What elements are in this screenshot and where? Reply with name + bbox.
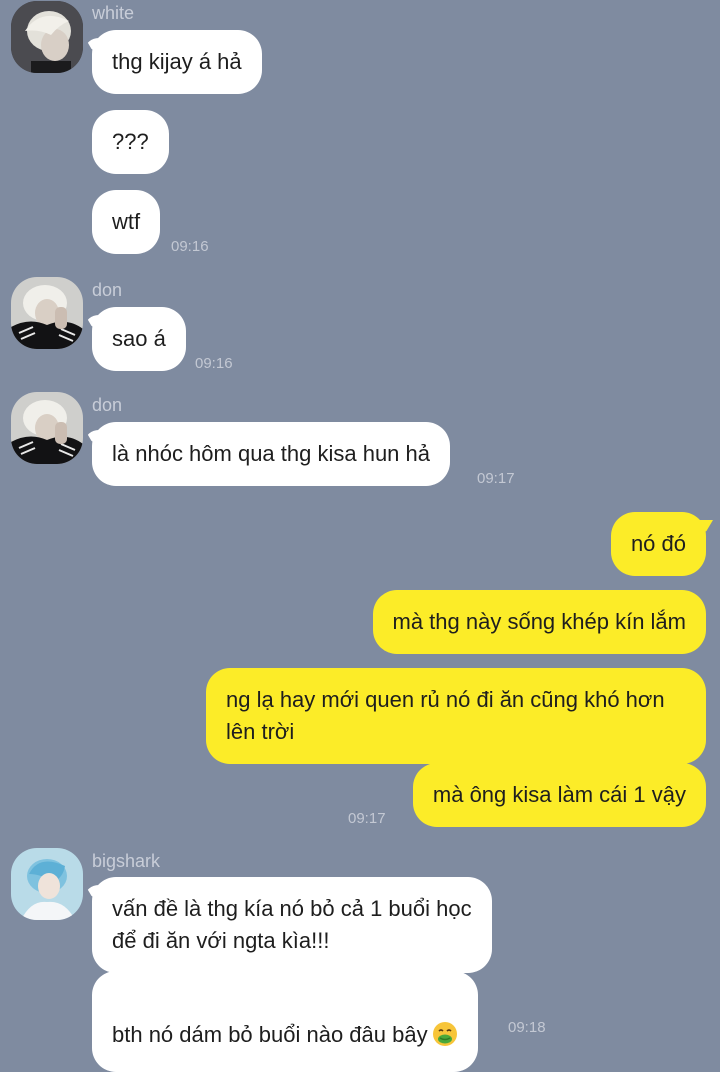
message-timestamp: 09:16 [195,355,233,372]
message-timestamp: 09:17 [477,470,515,487]
message-bubble-outgoing[interactable]: ng lạ hay mới quen rủ nó đi ăn cũng khó … [206,668,706,764]
sender-name-don: don [92,395,123,415]
message-text: bth nó dám bỏ buổi nào đâu bây [112,1022,428,1047]
avatar-white-image [11,1,83,73]
message-timestamp: 09:18 [508,1019,546,1036]
avatar-don-image [11,392,83,464]
avatar-don[interactable] [11,392,83,464]
message-bubble-outgoing[interactable]: mà thg này sống khép kín lắm [372,590,706,654]
message-bubble[interactable]: thg kijay á hả [92,30,262,94]
message-bubble[interactable]: bth nó dám bỏ buổi nào đâu bây [92,971,478,1072]
message-timestamp: 09:16 [171,238,209,255]
avatar-don[interactable] [11,277,83,349]
avatar-white[interactable] [11,1,83,73]
message-bubble-outgoing[interactable]: nó đó [610,512,706,576]
sender-name-white: white [92,3,135,23]
message-bubble[interactable]: wtf [92,190,161,254]
message-bubble[interactable]: ??? [92,110,169,174]
message-timestamp: 09:17 [348,810,386,827]
avatar-bigshark-image [11,848,83,920]
sender-name-bigshark: bigshark [92,851,161,871]
message-bubble[interactable]: vấn đề là thg kía nó bỏ cả 1 buổi học để… [92,877,492,973]
message-bubble[interactable]: sao á [92,307,186,371]
message-bubble-outgoing[interactable]: mà ông kisa làm cái 1 vậy [412,763,706,827]
sender-name-don: don [92,280,123,300]
avatar-don-image [11,277,83,349]
avatar-bigshark[interactable] [11,848,83,920]
message-bubble[interactable]: là nhóc hôm qua thg kisa hun hả [92,422,451,486]
